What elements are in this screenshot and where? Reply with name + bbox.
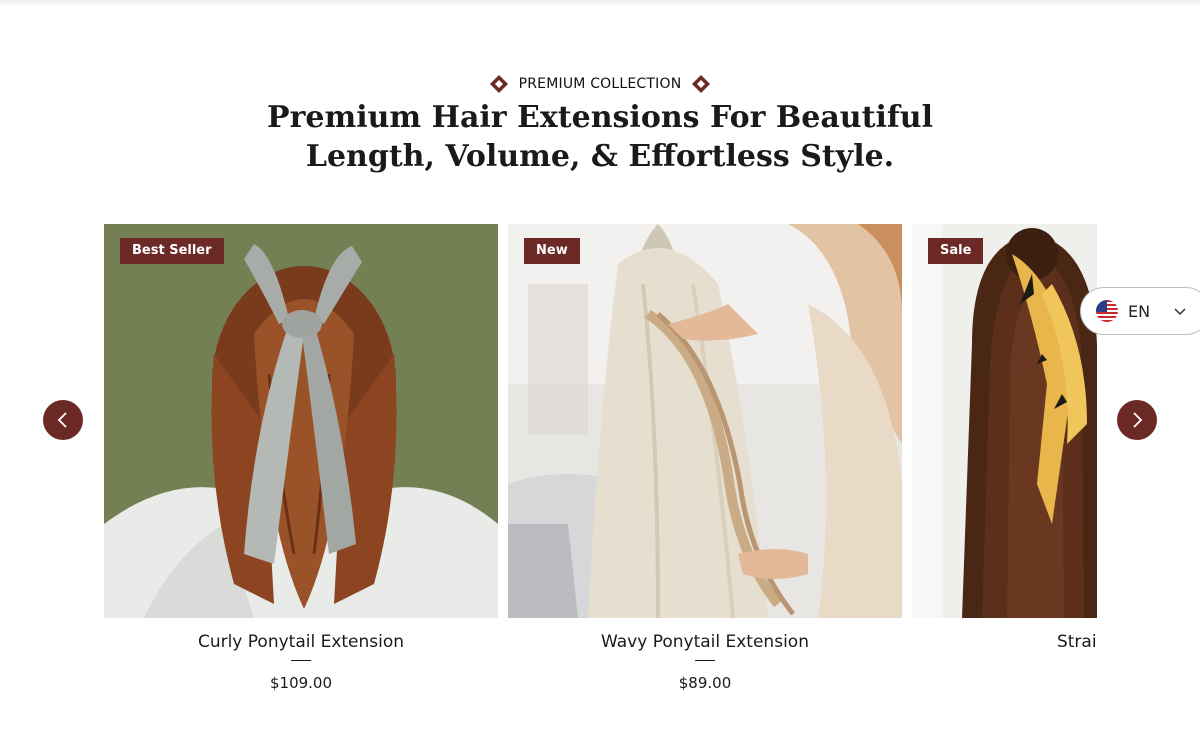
product-price: $109.00 [269,674,333,692]
product-image[interactable]: Sale [912,224,1097,618]
section-eyebrow: PREMIUM COLLECTION [0,72,1200,96]
product-title[interactable]: Curly Ponytail Extension [104,632,498,652]
language-code: EN [1128,301,1151,321]
product-title[interactable]: Straight Pon [912,632,1097,652]
diamond-icon [691,74,711,94]
heading-line-1: Premium Hair Extensions For Beautiful [267,100,933,135]
product-image[interactable]: New [508,224,902,618]
product-price: $89.00 [678,674,732,692]
product-title[interactable]: Wavy Ponytail Extension [508,632,902,652]
chevron-down-icon [1174,308,1186,316]
diamond-icon [489,74,509,94]
product-card[interactable]: New Wavy Ponytail Extension $89.00 [508,224,902,714]
carousel-prev-button[interactable] [43,400,83,440]
product-card[interactable]: Sale Straight Pon $7 [912,224,1097,714]
product-badge: New [524,238,580,264]
us-flag-icon [1096,300,1118,322]
product-card[interactable]: Best Seller Curly Ponytail Extension $10… [104,224,498,714]
chevron-right-icon [1133,412,1143,428]
product-badge: Sale [928,238,984,264]
title-divider [695,660,715,661]
title-divider [291,660,311,661]
language-selector[interactable]: EN [1080,287,1200,335]
header-shadow [0,0,1200,6]
section-heading: Premium Hair Extensions For Beautiful Le… [250,98,950,176]
chevron-left-icon [57,412,67,428]
product-price: $7 [912,674,1097,692]
heading-line-2: Length, Volume, & Effortless Style. [305,139,895,174]
product-image[interactable]: Best Seller [104,224,498,618]
product-carousel[interactable]: Best Seller Curly Ponytail Extension $10… [104,224,1097,714]
product-badge: Best Seller [120,238,224,264]
eyebrow-label: PREMIUM COLLECTION [518,76,682,92]
carousel-next-button[interactable] [1117,400,1157,440]
